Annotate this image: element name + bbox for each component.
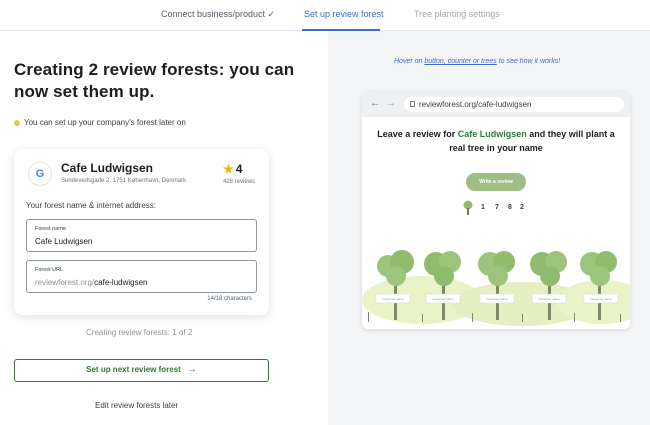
forest-illustration[interactable]: Customer name Customer name Customer nam…	[362, 240, 630, 329]
google-logo-icon: G	[28, 162, 52, 186]
hover-hint-link[interactable]: button, counter or trees	[424, 58, 496, 65]
stepper-bar: Connect business/product ✓ Set up review…	[0, 0, 650, 31]
review-count: 428 reviews	[223, 179, 256, 185]
arrow-right-icon: →	[186, 364, 197, 375]
hover-hint-prefix: Hover on	[394, 58, 425, 65]
url-slug: cafe-ludwigsen	[94, 278, 148, 287]
counter-digit[interactable]: 1	[481, 204, 485, 211]
write-review-button[interactable]: Write a review	[466, 173, 526, 191]
lock-icon	[410, 101, 415, 107]
step-tree-planting-settings[interactable]: Tree planting settings	[414, 9, 500, 19]
browser-toolbar: ← → reviewforest.org/cafe-ludwigsen	[362, 92, 630, 117]
counter-digit[interactable]: 2	[520, 204, 524, 211]
rating: ★ 4	[223, 162, 242, 176]
tree-name-tag: Customer name	[538, 297, 560, 301]
forest-url-field[interactable]: Forest URL reviewforest.org/cafe-ludwigs…	[26, 260, 257, 293]
creation-progress: Creating review forests: 1 of 2	[86, 328, 193, 337]
edit-later-button[interactable]: Edit review forests later	[95, 401, 178, 410]
forest-url-label: Forest URL	[35, 267, 64, 273]
counter-digit[interactable]: 7	[495, 204, 499, 211]
later-hint-text: You can set up your company's forest lat…	[24, 118, 186, 127]
tree-name-tag: Customer name	[432, 297, 454, 301]
business-name: Cafe Ludwigsen	[61, 161, 154, 175]
browser-preview: ← → reviewforest.org/cafe-ludwigsen Leav…	[362, 92, 630, 329]
tree-name-tag: Customer name	[590, 297, 612, 301]
tree-name-tag: Customer name	[382, 297, 404, 301]
tree-counter-icon[interactable]	[461, 200, 475, 216]
step-set-up-forest[interactable]: Set up review forest	[304, 9, 384, 19]
setup-panel: Creating 2 review forests: you can now s…	[0, 31, 328, 425]
next-forest-label: Set up next review forest	[86, 365, 181, 374]
forest-name-value[interactable]: Cafe Ludwigsen	[35, 237, 92, 246]
preview-business-name: Cafe Ludwigsen	[457, 129, 527, 139]
preview-headline-pre: Leave a review for	[377, 129, 458, 139]
forest-url-value[interactable]: reviewforest.org/cafe-ludwigsen	[35, 278, 148, 287]
forest-section-label: Your forest name & internet address:	[26, 201, 156, 210]
forest-name-label: Forest name	[35, 226, 66, 232]
address-url: reviewforest.org/cafe-ludwigsen	[419, 99, 532, 109]
forest-name-field[interactable]: Forest name Cafe Ludwigsen	[26, 219, 257, 252]
hover-hint: Hover on button, counter or trees to see…	[394, 58, 560, 65]
preview-headline: Leave a review for Cafe Ludwigsen and th…	[374, 127, 618, 155]
later-hint: You can set up your company's forest lat…	[14, 118, 186, 127]
address-bar: reviewforest.org/cafe-ludwigsen	[404, 97, 624, 112]
step-connect-business[interactable]: Connect business/product ✓	[161, 9, 275, 20]
next-forest-button[interactable]: Set up next review forest →	[14, 359, 269, 382]
forward-arrow-icon[interactable]: →	[386, 98, 396, 109]
back-arrow-icon[interactable]: ←	[370, 98, 380, 109]
rating-value: 4	[235, 162, 243, 176]
counter-digit[interactable]: 8	[508, 204, 512, 211]
business-address: Sundevedsgade 2, 1751 København, Denmark	[61, 178, 187, 184]
url-prefix: reviewforest.org/	[35, 278, 95, 287]
business-card: G Cafe Ludwigsen Sundevedsgade 2, 1751 K…	[14, 149, 269, 315]
lightbulb-icon	[14, 119, 20, 126]
tree-name-tag: Customer name	[486, 297, 508, 301]
page-title: Creating 2 review forests: you can now s…	[14, 60, 295, 101]
star-icon: ★	[223, 162, 234, 176]
character-count: 14/18 characters	[207, 296, 252, 302]
preview-panel: Hover on button, counter or trees to see…	[328, 31, 650, 425]
hover-hint-suffix: to see how it works!	[496, 58, 561, 65]
